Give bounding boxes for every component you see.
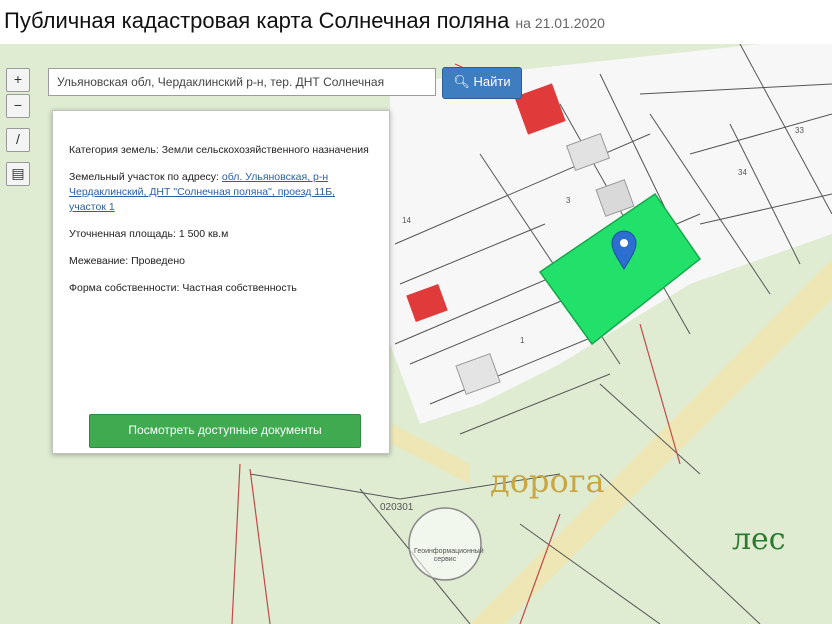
- category-value: Земли сельскохозяйственного назначения: [161, 144, 369, 156]
- plot-label-3: 3: [566, 196, 571, 205]
- measure-button[interactable]: /: [6, 128, 30, 152]
- survey-row: Межевание: Проведено: [69, 254, 373, 269]
- area-row: Уточненная площадь: 1 500 кв.м: [69, 227, 373, 242]
- watermark-seal: [408, 507, 482, 581]
- search-icon: 🔍︎: [453, 74, 474, 89]
- road-strip-left: [392, 424, 470, 484]
- find-button-label: Найти: [473, 74, 511, 89]
- page-header: Публичная кадастровая карта Солнечная по…: [0, 0, 832, 44]
- category-row: Категория земель: Земли сельскохозяйстве…: [69, 143, 373, 158]
- zoom-in-button[interactable]: +: [6, 68, 30, 92]
- find-button[interactable]: 🔍︎ Найти: [442, 67, 522, 99]
- address-row: Земельный участок по адресу: обл. Ульяно…: [69, 170, 373, 215]
- ownership-label: Форма собственности:: [69, 282, 180, 294]
- view-documents-button[interactable]: Посмотреть доступные документы: [89, 414, 361, 448]
- page-title: Публичная кадастровая карта Солнечная по…: [4, 8, 605, 34]
- plot-label-33: 33: [795, 126, 804, 135]
- address-label: Земельный участок по адресу:: [69, 171, 219, 183]
- parcel-info-card: Категория земель: Земли сельскохозяйстве…: [52, 110, 390, 454]
- cadastral-map[interactable]: дорога лес 020301 14 3 34 33 1 Геоинформ…: [0, 44, 832, 624]
- printer-icon: ▤: [11, 165, 25, 181]
- title-text: Публичная кадастровая карта Солнечная по…: [4, 8, 510, 33]
- area-value: 1 500 кв.м: [178, 228, 229, 240]
- forest-label: лес: [732, 522, 786, 557]
- plot-label-14: 14: [402, 216, 411, 225]
- zoom-out-button[interactable]: −: [6, 94, 30, 118]
- print-button[interactable]: ▤: [6, 162, 30, 186]
- ownership-value: Частная собственность: [182, 282, 297, 294]
- survey-value: Проведено: [131, 255, 185, 267]
- category-label: Категория земель:: [69, 144, 159, 156]
- ruler-icon: /: [16, 131, 20, 147]
- watermark-text: Геоинформационный сервис: [414, 548, 484, 563]
- title-date: на 21.01.2020: [515, 15, 605, 31]
- search-input[interactable]: Ульяновская обл, Чердаклинский р-н, тер.…: [48, 68, 436, 96]
- cadastral-number-label: 020301: [380, 502, 414, 513]
- area-label: Уточненная площадь:: [69, 228, 176, 240]
- road-label: дорога: [490, 462, 605, 500]
- ownership-row: Форма собственности: Частная собственнос…: [69, 281, 373, 296]
- plot-label-34: 34: [738, 168, 747, 177]
- survey-label: Межевание:: [69, 255, 129, 267]
- plot-label-1: 1: [520, 336, 525, 345]
